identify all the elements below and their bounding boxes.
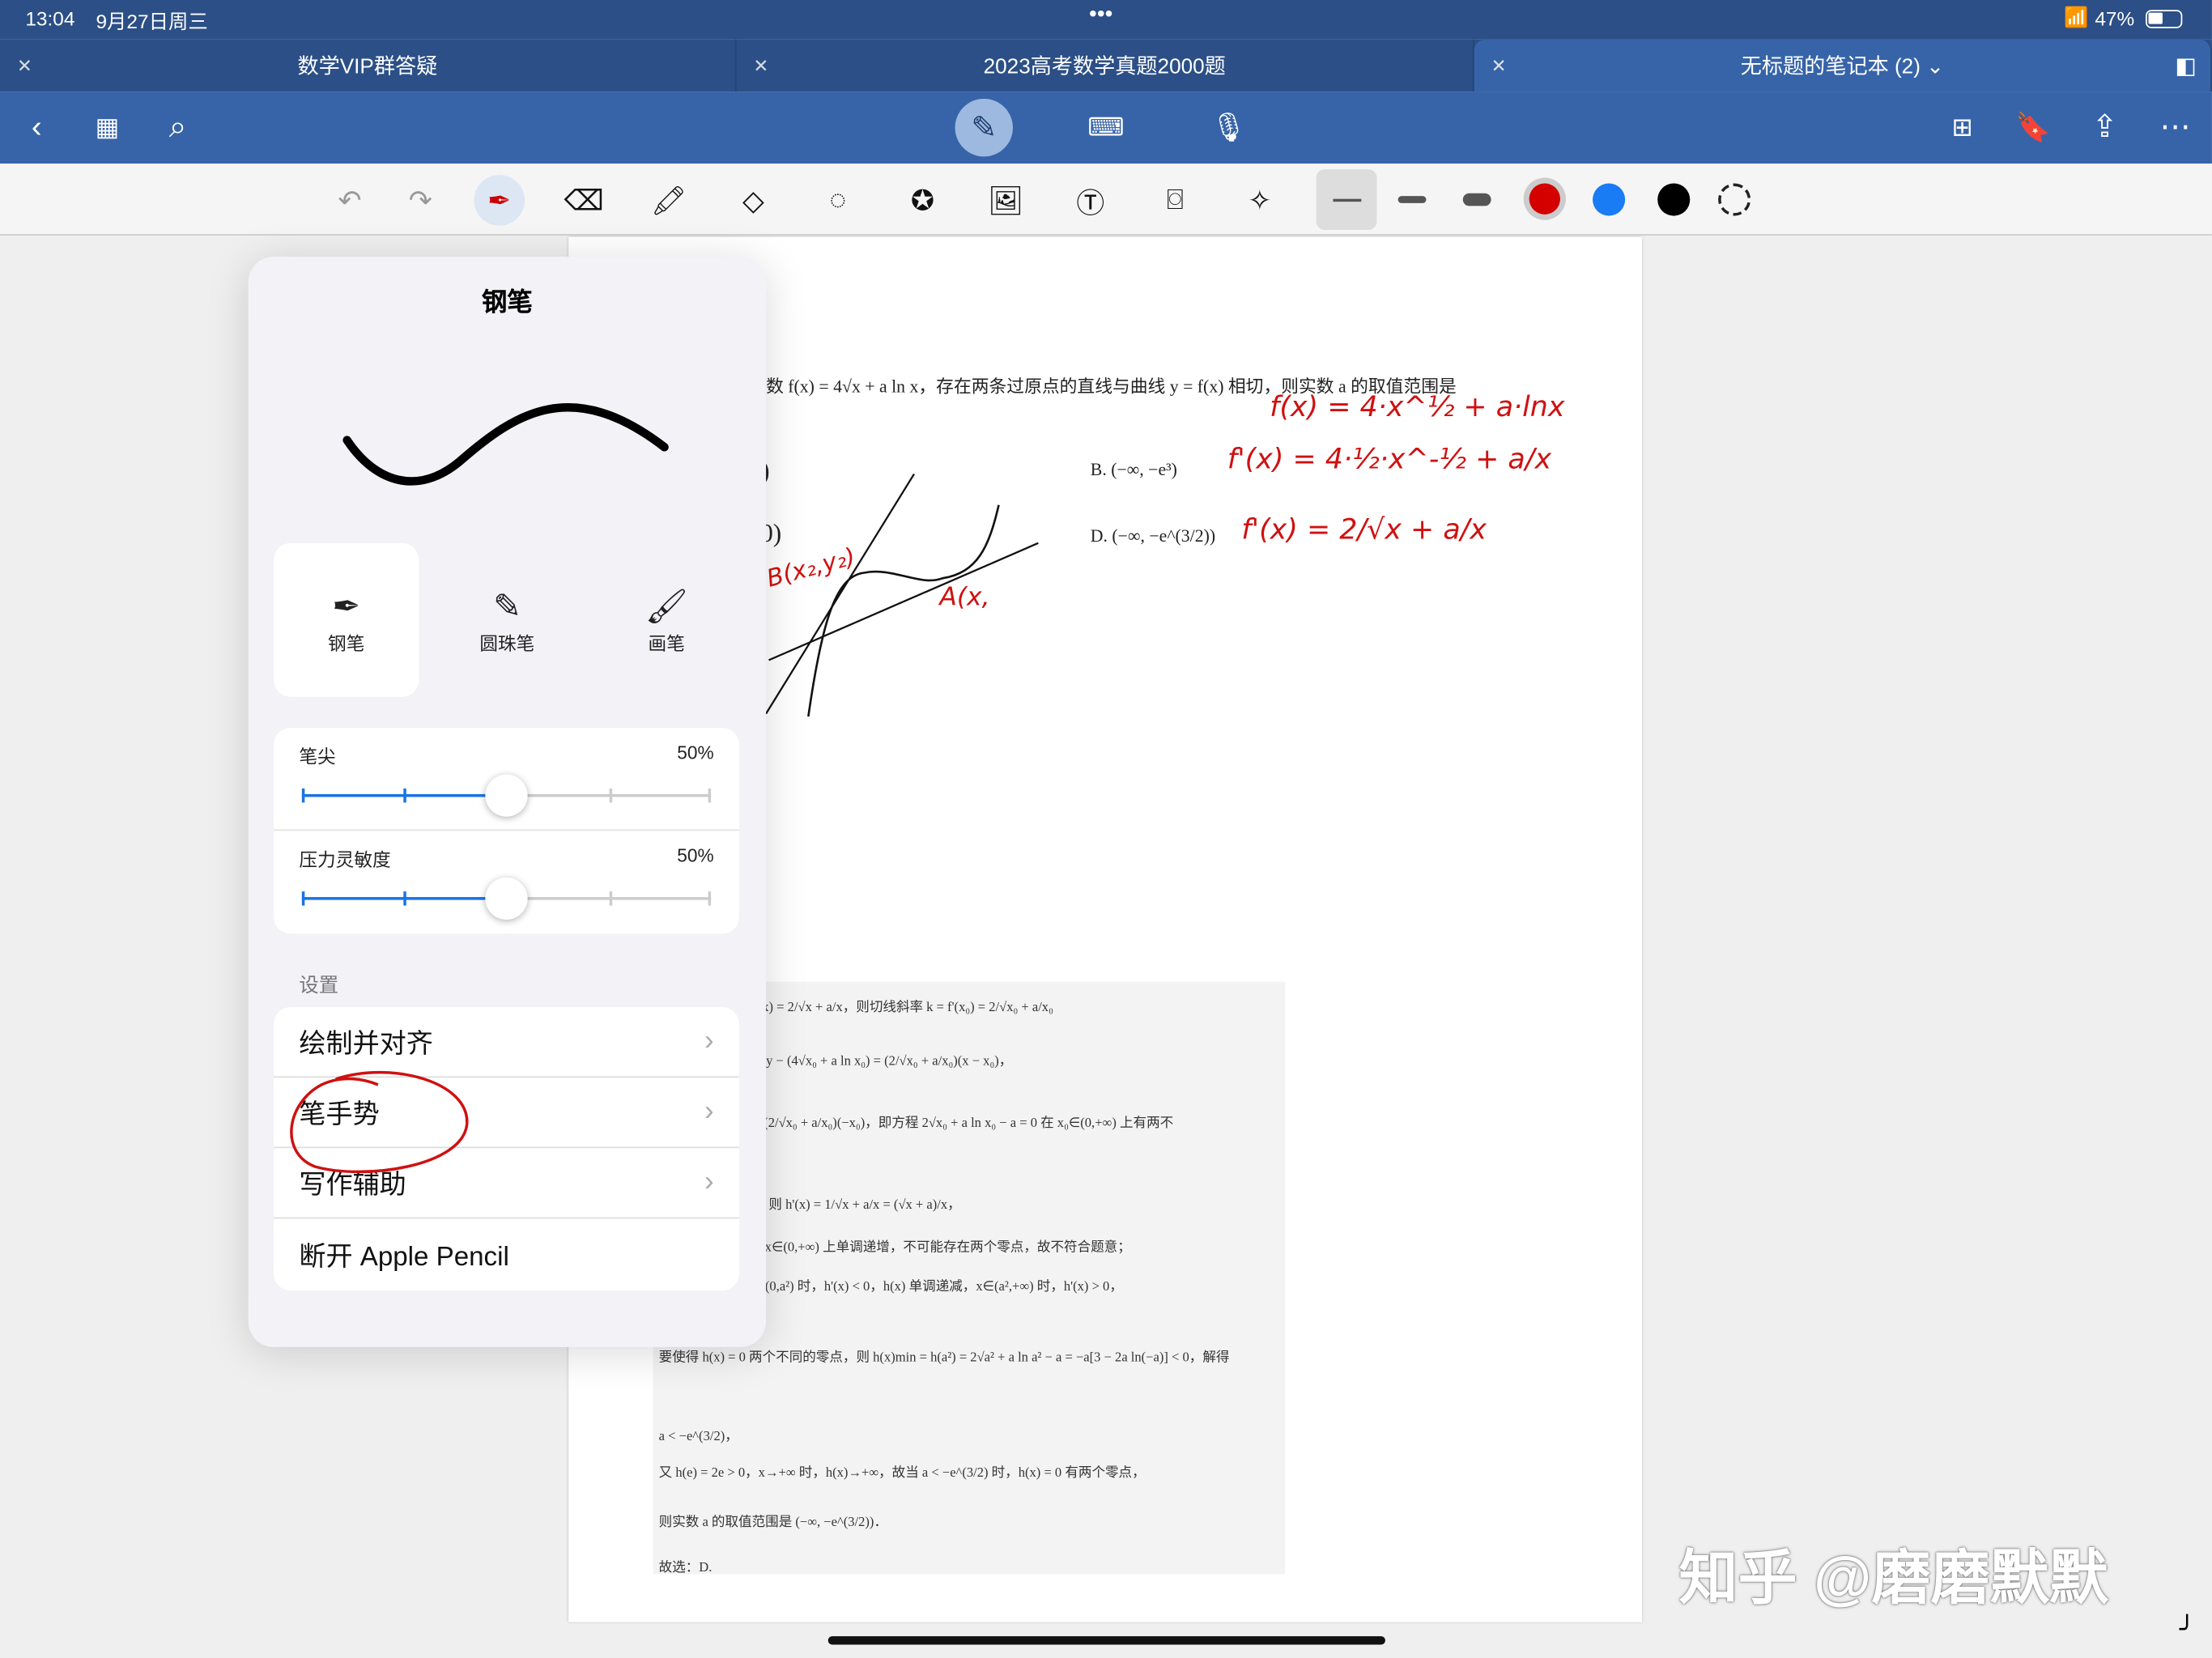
handwritten-sketch xyxy=(765,473,1039,717)
fountain-pen-icon: ✒ xyxy=(332,588,361,627)
tab-notebook[interactable]: ✕ 无标题的笔记本 (2) ⌄ ◧ xyxy=(1474,39,2212,92)
status-bar: 13:04 9月27日周三 ••• 📶 47% xyxy=(0,0,2212,40)
image-icon[interactable]: 🖼 xyxy=(981,175,1032,226)
color-red-selected[interactable] xyxy=(1523,177,1566,220)
multitask-dots-icon[interactable]: ••• xyxy=(1089,2,1112,28)
back-icon[interactable]: ‹ xyxy=(17,106,57,148)
handwriting-line: f'(x) = 2/√x + a/x xyxy=(1241,512,1487,546)
bookmark-icon[interactable]: 🔖 xyxy=(2013,106,2052,148)
pen-label: 钢笔 xyxy=(328,633,365,655)
color-blue[interactable] xyxy=(1593,183,1626,216)
slider-knob[interactable] xyxy=(485,877,528,920)
pen-settings-popover: 钢笔 ✒ 钢笔 ✎ 圆珠笔 🖌 画笔 笔尖 50% 压力灵敏度 50% 设置 绘制并对… xyxy=(248,257,767,1347)
solution-line: 又 h(e) = 2e > 0，x→+∞ 时，h(x)→+∞，故当 a < −e… xyxy=(658,1466,1146,1482)
sliders-card: 笔尖 50% 压力灵敏度 50% xyxy=(274,728,739,934)
share-icon[interactable]: ⇪ xyxy=(2085,106,2125,148)
lasso-icon[interactable]: ◌ xyxy=(813,175,864,226)
brush-icon: 🖌 xyxy=(644,588,688,627)
home-indicator[interactable] xyxy=(827,1636,1385,1645)
row-label: 绘制并对齐 xyxy=(299,1029,433,1060)
ballpoint-pen-icon: ✎ xyxy=(492,588,521,627)
laser-pointer-icon[interactable]: ✧ xyxy=(1235,175,1286,226)
pen-type-brush[interactable]: 🖌 画笔 xyxy=(594,545,739,697)
split-view-icon[interactable]: ◧ xyxy=(2175,52,2196,80)
grid-icon[interactable]: ▦ xyxy=(87,106,127,148)
tab-label: 数学VIP群答疑 xyxy=(297,54,438,79)
undo-icon[interactable]: ↶ xyxy=(325,175,376,226)
handwriting-line: f'(x) = 4·½·x^-½ + a/x xyxy=(1227,441,1552,476)
stroke-preview xyxy=(342,403,669,486)
redo-icon[interactable]: ↷ xyxy=(395,175,446,226)
pen-tool-icon[interactable]: ✒ xyxy=(474,175,525,226)
close-icon[interactable]: ✕ xyxy=(17,54,32,77)
highlighter-icon[interactable]: 🖍 xyxy=(643,175,694,226)
close-icon[interactable]: ✕ xyxy=(753,54,768,77)
pen-label: 画笔 xyxy=(648,633,685,655)
popover-title: 钢笔 xyxy=(481,287,533,317)
slider-value: 50% xyxy=(677,844,714,866)
pen-type-ballpoint[interactable]: ✎ 圆珠笔 xyxy=(435,545,580,697)
red-circle-annotation xyxy=(290,1070,469,1174)
chevron-right-icon: › xyxy=(704,1166,714,1198)
option-b: B. (−∞, −e³) xyxy=(1090,459,1177,480)
chevron-right-icon: › xyxy=(704,1095,714,1128)
add-page-icon[interactable]: ⊞ xyxy=(1942,106,1982,148)
solution-line: 则实数 a 的取值范围是 (−∞, −e^(3/2))． xyxy=(658,1516,888,1531)
pen-type-fountain[interactable]: ✒ 钢笔 xyxy=(274,545,419,697)
tab-gaokao[interactable]: ✕ 2023高考数学真题2000题 xyxy=(736,39,1474,92)
tab-label: 无标题的笔记本 (2) ⌄ xyxy=(1740,54,1945,79)
pen-label: 圆珠笔 xyxy=(479,633,535,655)
row-label: 断开 Apple Pencil xyxy=(299,1242,509,1272)
solution-line: 故选：D. xyxy=(658,1561,713,1576)
watermark: 知乎 @磨磨默默 xyxy=(1678,1544,2109,1611)
slider-label: 笔尖 xyxy=(299,746,336,767)
keyboard-icon[interactable]: ⌨ xyxy=(1087,106,1126,148)
solution-line: a < −e^(3/2)， xyxy=(658,1430,738,1445)
close-icon[interactable]: ✕ xyxy=(1491,54,1507,77)
pressure-sensitivity-slider[interactable] xyxy=(301,877,712,920)
text-box-icon[interactable]: Ⓣ xyxy=(1065,175,1116,226)
drawing-toolbar: ↶ ↷ ✒ ⌫ 🖍 ◇ ◌ ✪ 🖼 Ⓣ ⌼ ✧ xyxy=(0,164,2212,236)
shapes-icon[interactable]: ◇ xyxy=(728,175,779,226)
microphone-icon[interactable]: 🎙 xyxy=(1209,106,1249,148)
nib-size-slider[interactable] xyxy=(301,774,712,817)
handwriting-mode-icon[interactable]: ✎ xyxy=(955,98,1013,157)
handwriting-line: f(x) = 4·x^½ + a·lnx xyxy=(1270,389,1565,423)
tab-bar: ✕ 数学VIP群答疑 ✕ 2023高考数学真题2000题 ✕ 无标题的笔记本 (2) … xyxy=(0,39,2212,92)
solution-line: 要使得 h(x) = 0 两个不同的零点，则 h(x)min = h(a²) =… xyxy=(658,1351,1230,1366)
status-time: 13:04 xyxy=(25,6,75,30)
search-icon[interactable]: ⌕ xyxy=(158,106,198,148)
slider-knob[interactable] xyxy=(485,774,528,817)
tab-math-vip[interactable]: ✕ 数学VIP群答疑 xyxy=(0,39,737,92)
wifi-icon: 📶 xyxy=(2063,5,2089,28)
slider-value: 50% xyxy=(677,742,714,763)
slider-label: 压力灵敏度 xyxy=(299,848,391,870)
eraser-icon[interactable]: ⌫ xyxy=(559,175,610,226)
option-d: D. (−∞, −e^(3/2)) xyxy=(1090,525,1216,546)
thin-stroke-button[interactable] xyxy=(1316,169,1377,230)
add-color-icon[interactable] xyxy=(1718,183,1751,216)
battery-icon xyxy=(2146,10,2183,28)
app-toolbar: ‹ ▦ ⌕ ✎ ⌨ 🎙 ⊞ 🔖 ⇪ ⋯ xyxy=(0,91,2212,164)
row-disconnect-pencil[interactable]: 断开 Apple Pencil xyxy=(274,1218,739,1289)
color-black[interactable] xyxy=(1657,183,1691,216)
tab-label: 2023高考数学真题2000题 xyxy=(983,54,1226,79)
section-header: 设置 xyxy=(299,973,339,997)
status-date: 9月27日周三 xyxy=(96,10,208,33)
camera-icon[interactable]: ⌼ xyxy=(1150,175,1201,226)
medium-stroke-button[interactable] xyxy=(1397,196,1427,203)
pencil-indicator-icon: ╯ xyxy=(2179,1614,2195,1643)
more-icon[interactable]: ⋯ xyxy=(2155,106,2195,148)
chevron-right-icon: › xyxy=(704,1025,714,1056)
sticker-icon[interactable]: ✪ xyxy=(897,175,948,226)
thick-stroke-button[interactable] xyxy=(1462,193,1491,206)
battery-percent: 47% xyxy=(2095,6,2135,30)
